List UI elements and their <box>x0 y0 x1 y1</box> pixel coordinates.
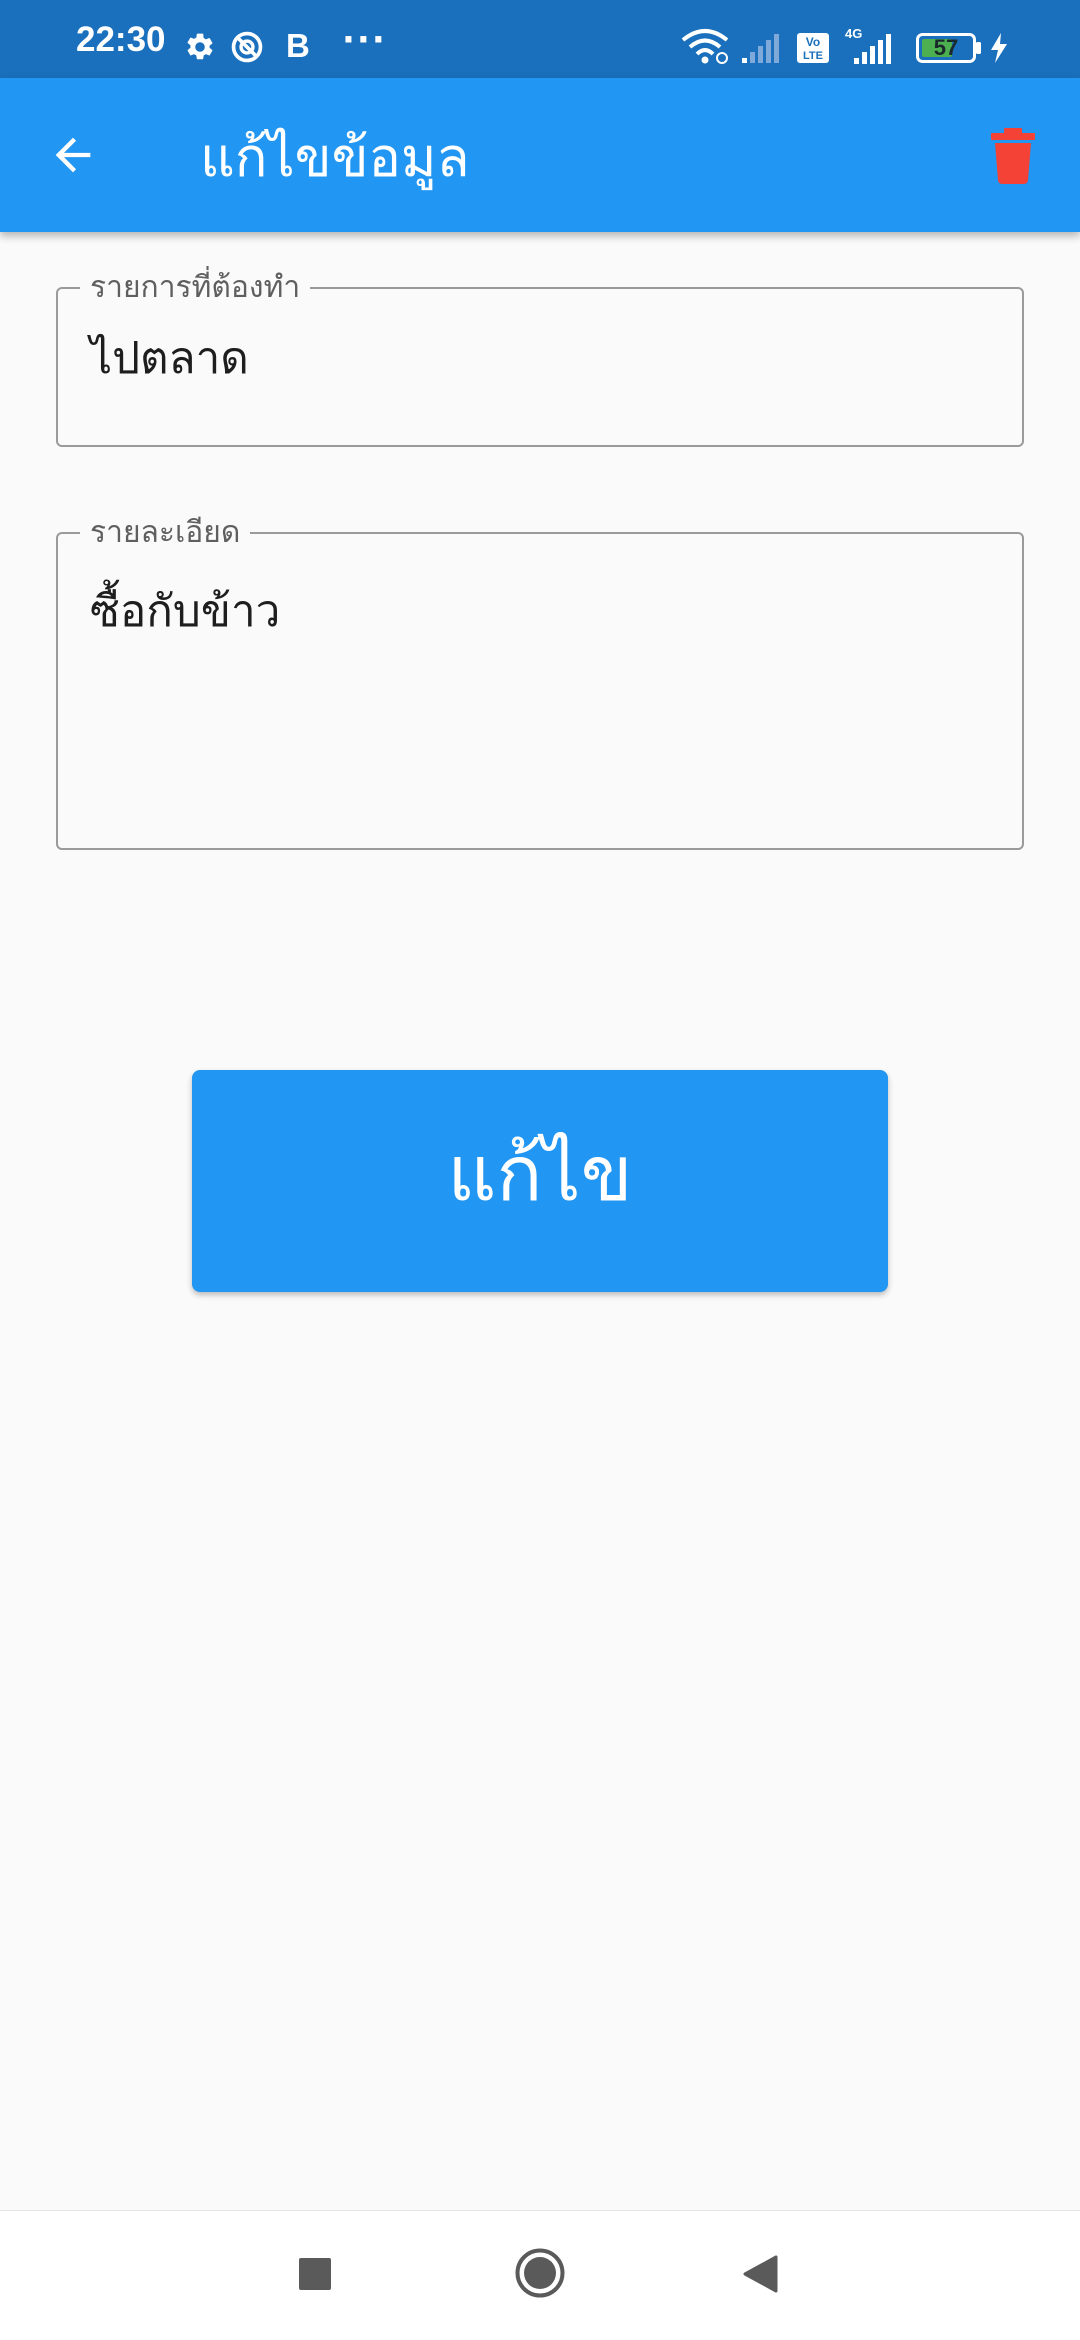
svg-text:LTE: LTE <box>803 50 823 62</box>
triangle-back-icon[interactable] <box>742 2255 778 2293</box>
app-bar: แก้ไขข้อมูล <box>0 78 1080 232</box>
battery-level: 57 <box>933 35 959 60</box>
status-time: 22:30 <box>76 20 166 59</box>
arrow-back-icon <box>55 137 91 173</box>
system-nav-bar <box>0 2210 1080 2340</box>
todo-title-value[interactable]: ไปตลาด <box>90 331 249 387</box>
todo-detail-value[interactable]: ซื้อกับข้าว <box>90 584 280 640</box>
trash-icon <box>991 128 1035 184</box>
wifi-icon <box>681 29 729 64</box>
bold-b-icon: B <box>286 27 310 64</box>
signal-4g-icon: 4G <box>845 26 891 64</box>
battery-icon: 57 <box>916 33 982 63</box>
svg-text:Vo: Vo <box>806 35 820 49</box>
more-icon: ··· <box>342 20 387 60</box>
todo-detail-label: รายละเอียด <box>80 515 251 551</box>
todo-detail-field[interactable]: รายละเอียด ซื้อกับข้าว <box>56 515 1024 850</box>
status-bar: 22:30 B ··· Vo LTE 4G 57 <box>0 0 1080 78</box>
dnd-icon <box>231 31 263 63</box>
signal-1-icon <box>742 34 779 63</box>
circle-icon[interactable] <box>514 2247 566 2299</box>
edit-button[interactable]: แก้ไข <box>192 1070 888 1292</box>
volte-icon: Vo LTE <box>797 33 829 63</box>
svg-text:4G: 4G <box>845 26 862 41</box>
gear-icon <box>187 33 213 60</box>
back-button[interactable] <box>34 116 112 194</box>
todo-title-label: รายการที่ต้องทำ <box>80 270 311 306</box>
todo-title-field[interactable]: รายการที่ต้องทำ ไปตลาด <box>56 270 1024 447</box>
square-icon[interactable] <box>298 2257 332 2291</box>
charging-icon <box>991 33 1007 63</box>
edit-button-label: แก้ไข <box>447 1129 633 1218</box>
delete-button[interactable] <box>978 118 1048 194</box>
page-title: แก้ไขข้อมูล <box>200 126 470 189</box>
